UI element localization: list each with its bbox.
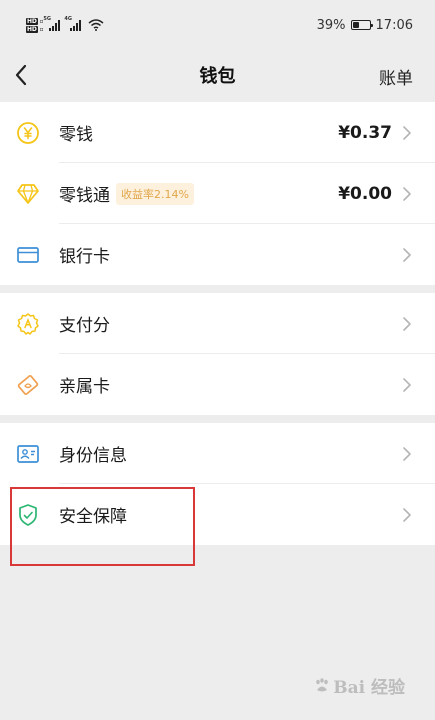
list-item-bank-card[interactable]: 银行卡 [0, 224, 435, 285]
status-left: HD ▫ HD ▫ 5G 4G [26, 16, 104, 33]
yield-rate-badge: 收益率2.14% [116, 182, 194, 205]
list-item-pay-score[interactable]: 支付分 [0, 293, 435, 354]
item-label: 支付分 [59, 316, 110, 336]
chevron-right-icon [403, 126, 411, 140]
list-item-lingqiantong[interactable]: 零钱通 收益率2.14% ¥0.00 [0, 163, 435, 224]
chevron-right-icon [403, 317, 411, 331]
item-value: ¥0.00 [338, 183, 392, 204]
shield-icon [15, 502, 41, 528]
watermark-text: Bai 经验 [333, 678, 405, 698]
item-label: 安全保障 [59, 507, 127, 527]
paw-icon [316, 677, 329, 691]
sim-indicators: HD ▫ HD ▫ [26, 17, 44, 33]
item-label: 零钱 [59, 125, 93, 145]
chevron-right-icon [403, 248, 411, 262]
item-label: 身份信息 [59, 446, 127, 466]
chevron-left-icon[interactable] [10, 62, 34, 88]
signal-icon: 5G [43, 16, 61, 31]
list-item-change[interactable]: 零钱 ¥0.37 [0, 102, 435, 163]
family-card-icon [15, 372, 41, 398]
clock: 17:06 [375, 17, 413, 33]
page-title: 钱包 [199, 66, 236, 87]
chevron-right-icon [403, 187, 411, 201]
battery-icon [350, 20, 374, 30]
diamond-icon [15, 181, 41, 207]
network-5g-label: 5G [43, 16, 51, 22]
wallet-group-1: 零钱 ¥0.37 零钱通 收益率2.14% ¥0.00 银行卡 [0, 102, 435, 285]
id-card-icon [15, 441, 41, 467]
status-bar: HD ▫ HD ▫ 5G 4G 39% 17:06 [0, 0, 435, 50]
sim-2-hd-label: HD [26, 25, 38, 33]
sim-1-hd-label: HD [26, 17, 38, 25]
item-value: ¥0.37 [338, 122, 392, 143]
list-item-security[interactable]: 安全保障 [0, 484, 435, 545]
list-item-identity-info[interactable]: 身份信息 [0, 423, 435, 484]
battery-fill [352, 22, 359, 28]
battery-percent: 39% [316, 17, 346, 33]
chevron-right-icon [403, 378, 411, 392]
network-4g-label: 4G [64, 16, 72, 22]
yuan-coin-icon [15, 120, 41, 146]
baidu-watermark: Bai 经验 [313, 673, 405, 698]
item-label: 银行卡 [59, 247, 110, 267]
wallet-group-2: 支付分 亲属卡 [0, 293, 435, 415]
wifi-icon [88, 19, 104, 31]
status-right: 39% 17:06 [317, 18, 413, 33]
wallet-group-3: 身份信息 安全保障 [0, 423, 435, 545]
chevron-right-icon [403, 447, 411, 461]
item-label: 零钱通 [59, 186, 110, 206]
nav-bar: 钱包 账单 [0, 50, 435, 100]
chevron-right-icon [403, 508, 411, 522]
bill-button[interactable]: 账单 [379, 64, 413, 89]
pay-score-icon [15, 311, 41, 337]
item-label: 亲属卡 [59, 377, 110, 397]
signal-icon: 4G [64, 16, 82, 31]
bank-card-icon [15, 242, 41, 268]
list-item-family-card[interactable]: 亲属卡 [0, 354, 435, 415]
